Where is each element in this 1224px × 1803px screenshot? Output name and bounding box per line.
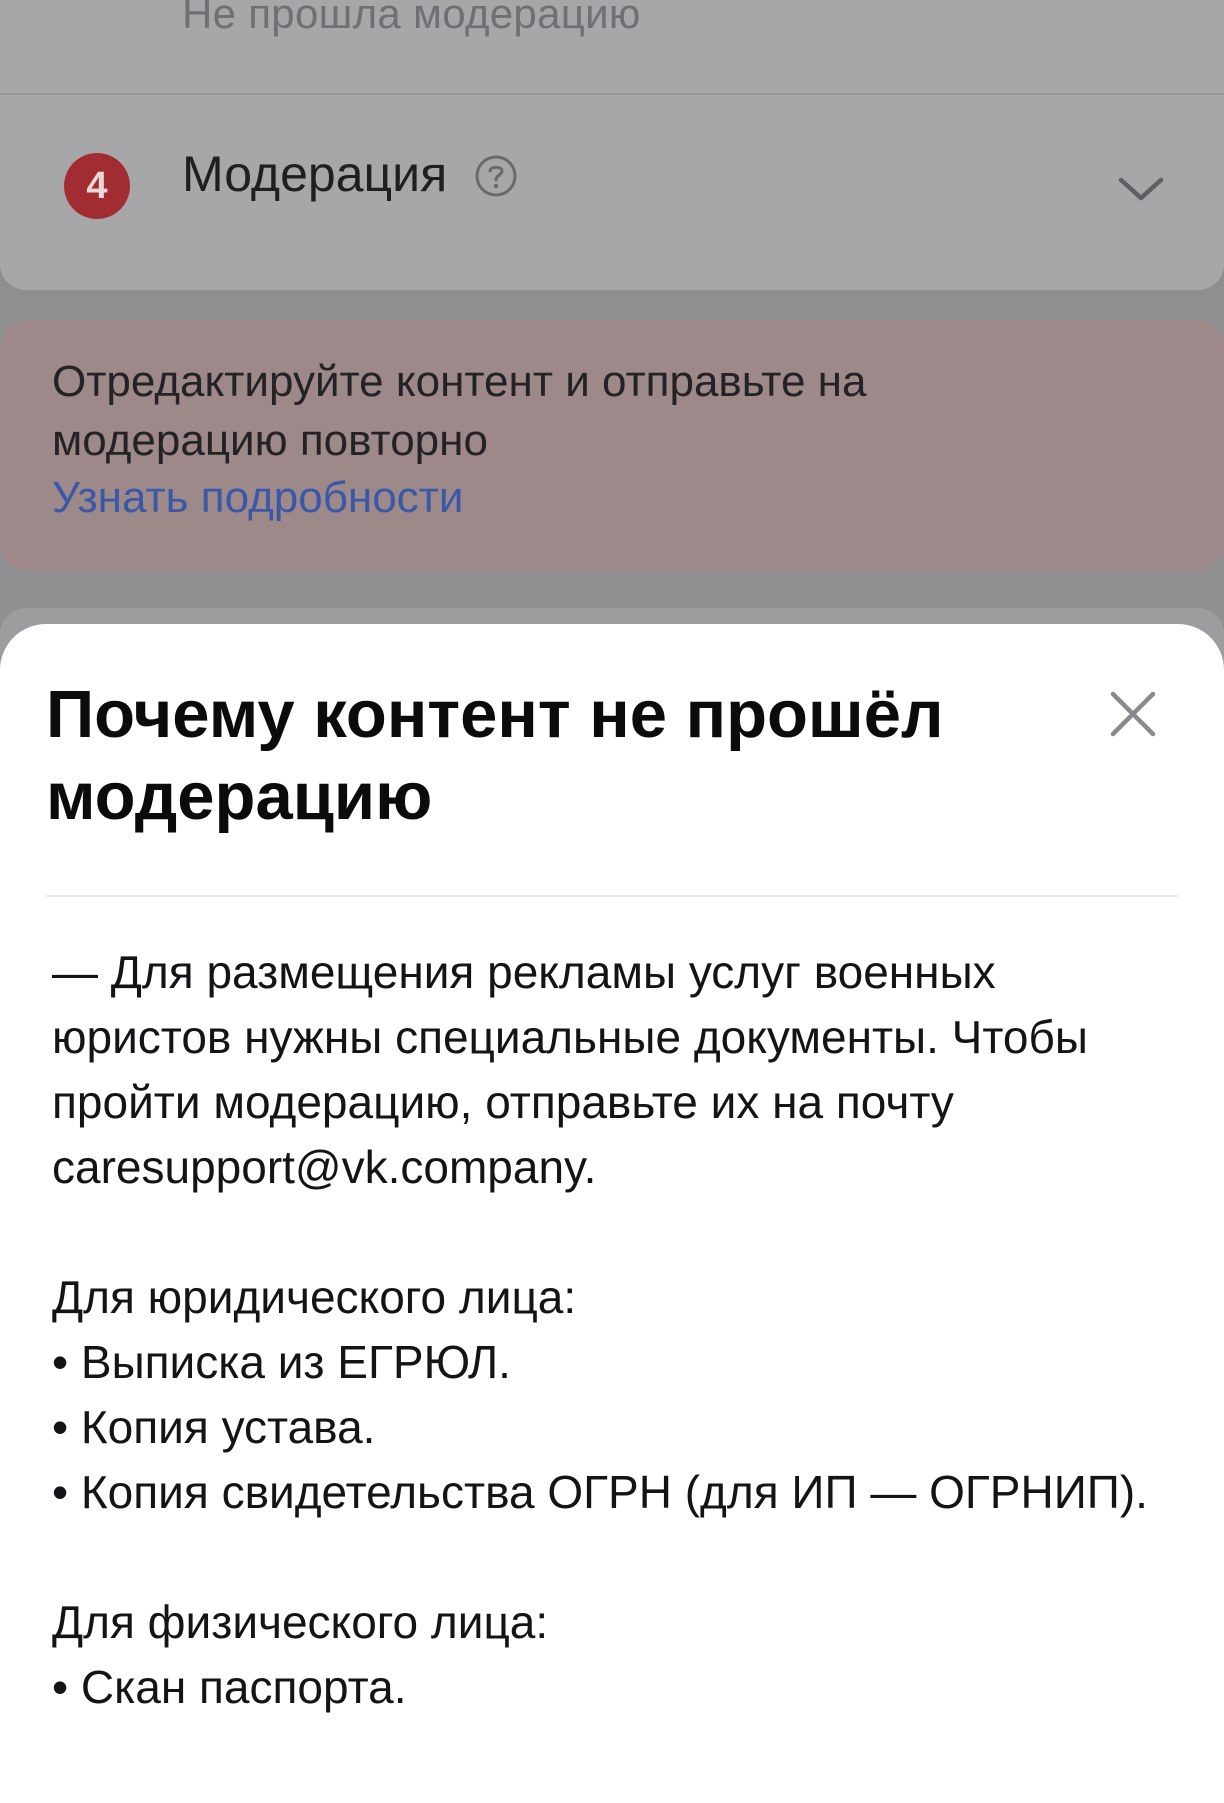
help-circle-icon[interactable] xyxy=(474,154,518,198)
details-link[interactable]: Узнать подробности xyxy=(52,468,463,527)
bottom-sheet: Почему контент не прошёл модерацию — Для… xyxy=(0,624,1224,1803)
sheet-divider xyxy=(46,895,1178,897)
legal-entity-heading: Для юридического лица: xyxy=(52,1271,577,1323)
step-number-badge: 4 xyxy=(64,153,130,219)
close-icon[interactable] xyxy=(1105,686,1161,742)
sheet-title: Почему контент не прошёл модерацию xyxy=(46,677,944,834)
legal-document-item: Копия устава. xyxy=(52,1395,1182,1460)
intro-paragraph: — Для размещения рекламы услуг военных ю… xyxy=(52,946,1088,1193)
moderation-status-text: Не прошла модерацию xyxy=(182,0,641,37)
moderation-notice-banner: Отредактируйте контент и отправьте на мо… xyxy=(0,320,1224,570)
legal-document-item: Копия свидетельства ОГРН (для ИП — ОГРНИ… xyxy=(52,1460,1182,1525)
step-title: Модерация xyxy=(182,146,448,202)
legal-document-item: Выписка из ЕГРЮЛ. xyxy=(52,1330,1182,1395)
sheet-body: — Для размещения рекламы услуг военных ю… xyxy=(52,940,1182,1720)
notice-text: Отредактируйте контент и отправьте на мо… xyxy=(52,357,867,465)
chevron-down-icon[interactable] xyxy=(1115,170,1167,206)
individual-document-item: Скан паспорта. xyxy=(52,1655,1182,1720)
moderation-step-card[interactable]: Не прошла модерацию 4 Модерация xyxy=(0,0,1224,290)
individual-heading: Для физического лица: xyxy=(52,1596,549,1648)
card-divider xyxy=(0,93,1224,95)
